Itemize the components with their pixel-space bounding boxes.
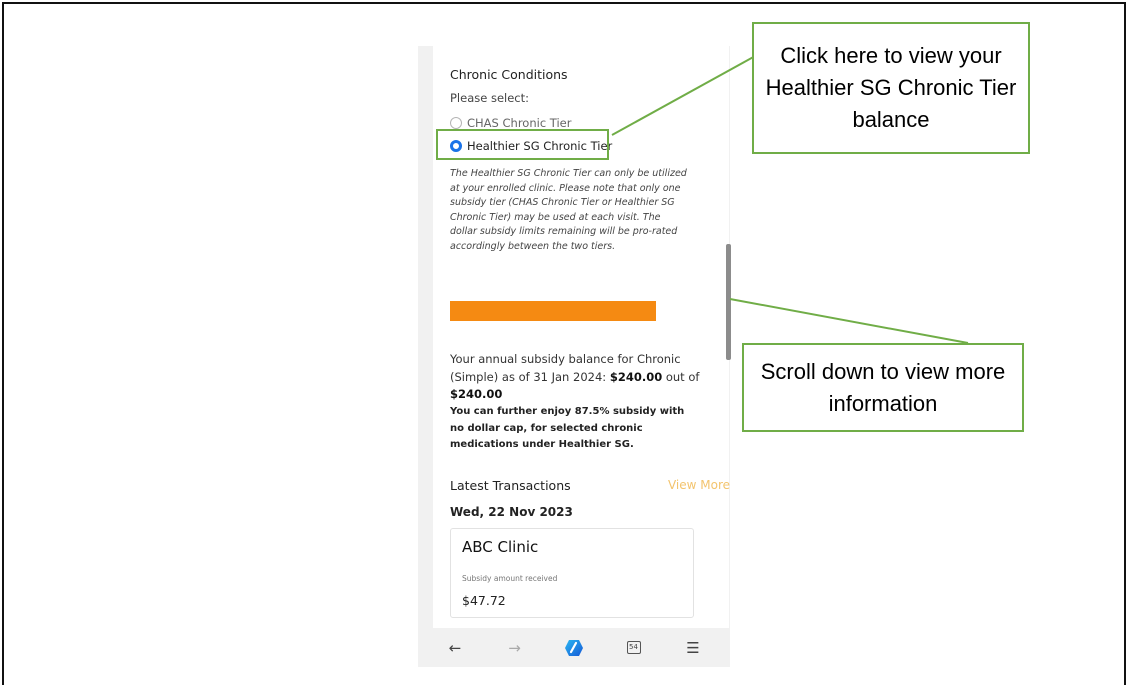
copilot-logo-icon: [565, 639, 583, 656]
copilot-icon[interactable]: [562, 636, 586, 660]
forward-arrow-icon[interactable]: →: [503, 636, 527, 660]
balance-amount: $240.00: [609, 369, 663, 384]
highlight-box: [436, 129, 609, 160]
view-more-link[interactable]: View More: [668, 478, 730, 492]
select-prompt: Please select:: [450, 91, 530, 105]
transaction-date: Wed, 22 Nov 2023: [450, 505, 573, 519]
tabs-icon[interactable]: 54: [622, 636, 646, 660]
tier-note: The Healthier SG Chronic Tier can only b…: [450, 168, 687, 252]
transaction-card[interactable]: ABC Clinic Subsidy amount received $47.7…: [450, 528, 694, 618]
balance-total: $240.00: [450, 387, 503, 401]
browser-nav-bar: ← → 54 ☰: [418, 628, 730, 667]
further-subsidy-text: You can further enjoy 87.5% subsidy with…: [450, 406, 685, 450]
subsidy-amount: $47.72: [462, 593, 506, 608]
option-chas-chronic-tier[interactable]: CHAS Chronic Tier: [450, 116, 571, 130]
option-label: CHAS Chronic Tier: [467, 116, 572, 130]
menu-icon[interactable]: ☰: [681, 636, 705, 660]
balance-middle: out of: [662, 369, 700, 384]
callout-view-balance: Click here to view your Healthier SG Chr…: [752, 22, 1030, 154]
radio-unchecked-icon[interactable]: [450, 117, 462, 129]
balance-text: Your annual subsidy balance for Chronic …: [450, 351, 708, 404]
clinic-name: ABC Clinic: [462, 538, 539, 556]
scrollbar-thumb[interactable]: [726, 244, 731, 360]
latest-transactions-heading: Latest Transactions: [450, 478, 571, 493]
tab-count: 54: [626, 641, 641, 654]
section-title: Chronic Conditions: [450, 67, 568, 82]
back-arrow-icon[interactable]: ←: [443, 636, 467, 660]
redacted-bar: [450, 301, 656, 321]
callout-scroll-down: Scroll down to view more information: [742, 343, 1024, 432]
subsidy-label: Subsidy amount received: [462, 574, 558, 583]
